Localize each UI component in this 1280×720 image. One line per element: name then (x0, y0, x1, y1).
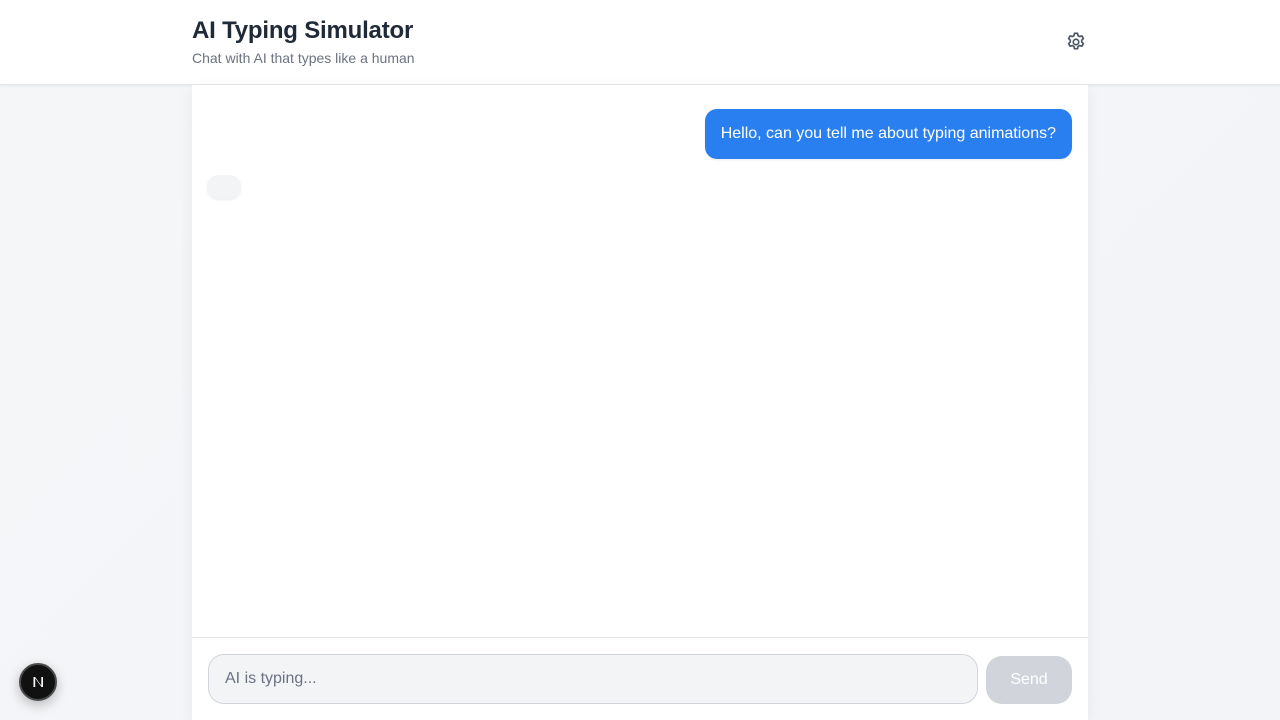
ai-typing-bubble (207, 175, 241, 199)
user-message-bubble: Hello, can you tell me about typing anim… (704, 109, 1072, 159)
gear-icon (1067, 32, 1085, 50)
app-subtitle: Chat with AI that types like a human (192, 50, 415, 66)
nextjs-logo-icon (33, 677, 43, 687)
app-header: AI Typing Simulator Chat with AI that ty… (0, 0, 1280, 85)
app-title: AI Typing Simulator (192, 17, 414, 44)
chat-panel: Hello, can you tell me about typing anim… (192, 85, 1088, 720)
message-input[interactable] (208, 654, 978, 704)
nextjs-devtools-button[interactable] (19, 663, 57, 701)
header-inner: AI Typing Simulator Chat with AI that ty… (192, 0, 1088, 84)
message-list: Hello, can you tell me about typing anim… (192, 85, 1088, 637)
settings-button[interactable] (1064, 30, 1088, 54)
message-composer: Send (192, 637, 1088, 720)
send-button[interactable]: Send (986, 656, 1072, 704)
